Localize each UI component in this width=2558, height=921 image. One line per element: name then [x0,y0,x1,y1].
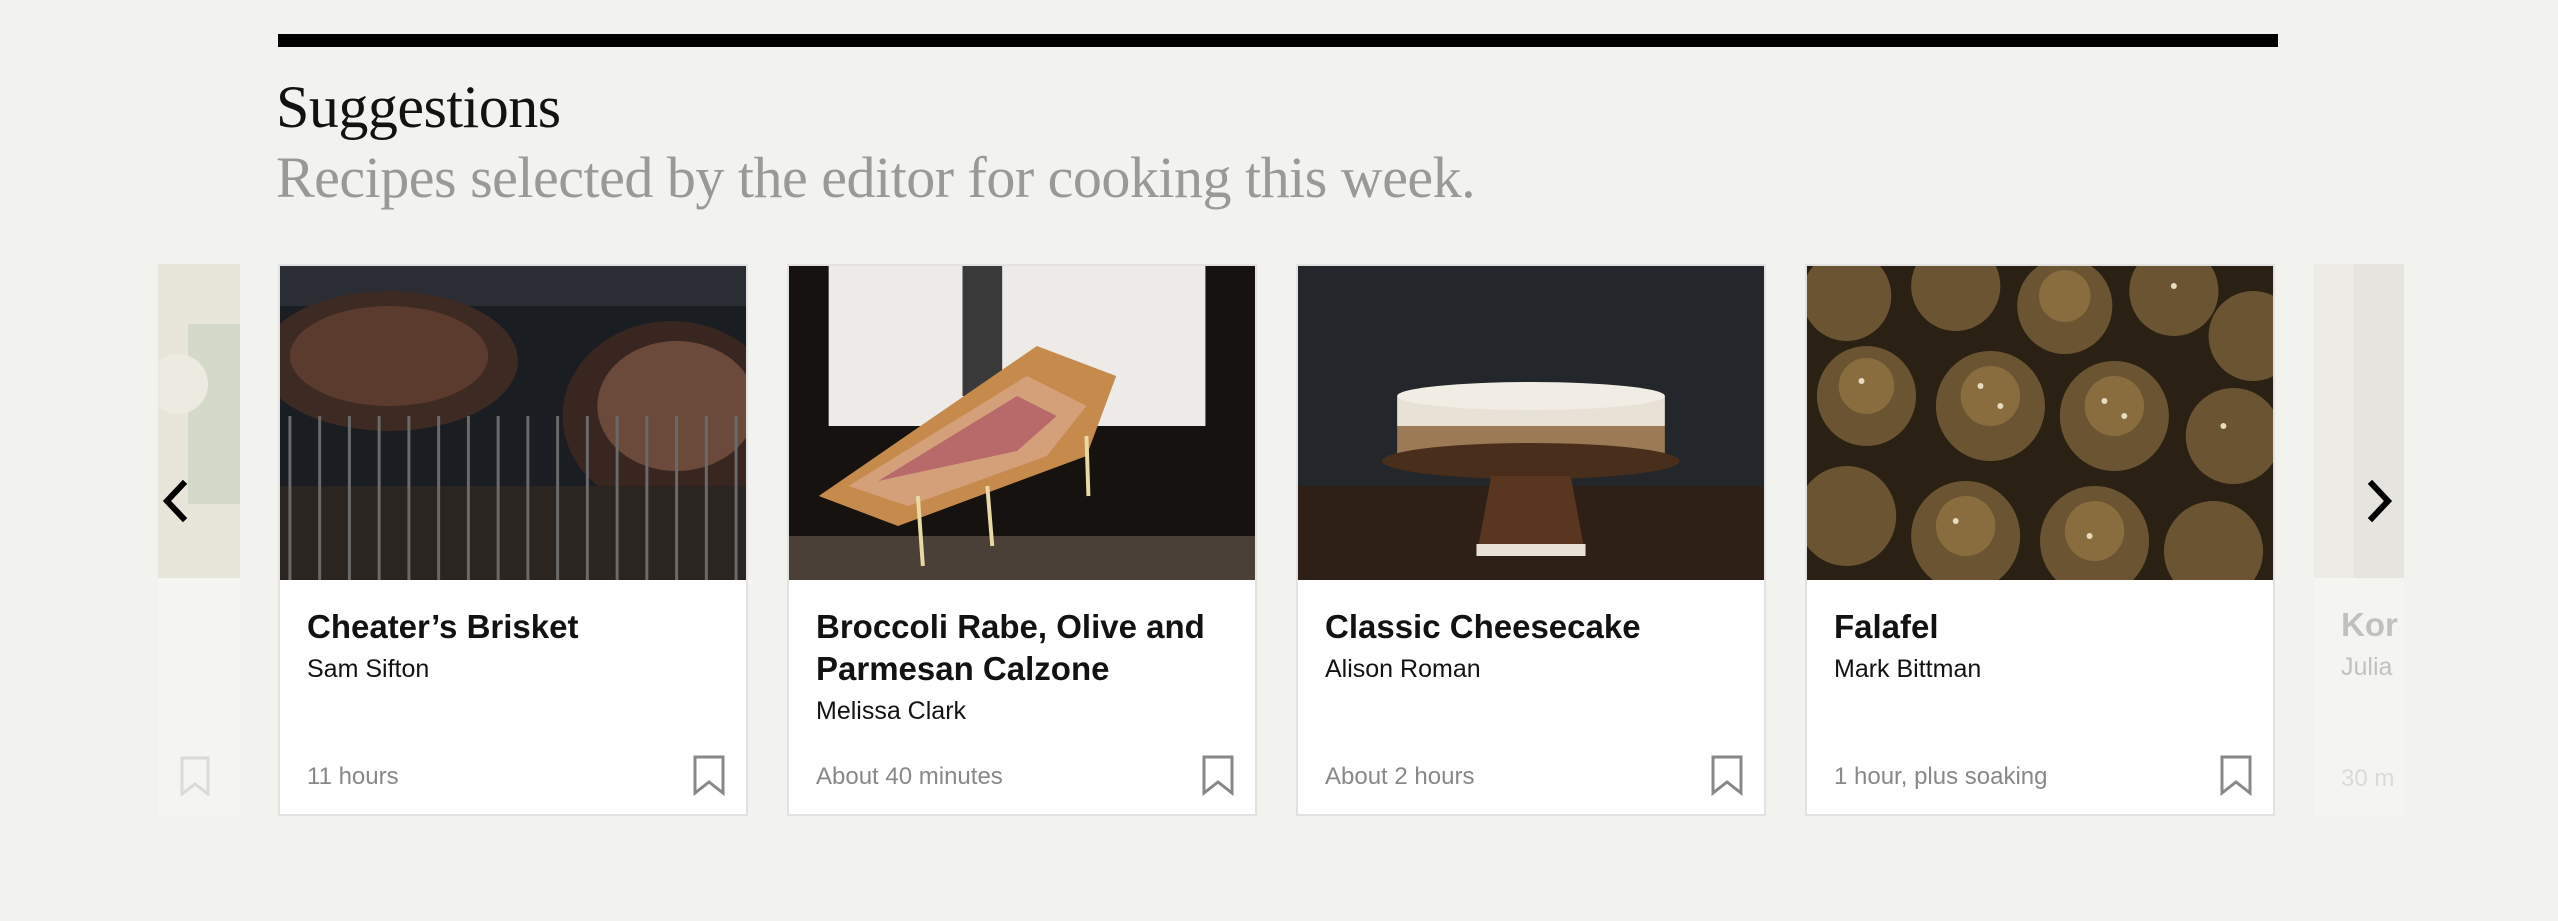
section-divider [278,34,2278,47]
recipe-card[interactable]: Cheater’s Brisket Sam Sifton 11 hours [278,264,748,816]
recipe-time: About 40 minutes [816,763,1003,790]
bookmark-icon[interactable] [692,754,726,796]
partial-card-right[interactable]: Kor Julia 30 m [2314,264,2404,816]
recipe-time: 1 hour, plus soaking [1834,763,2048,790]
recipe-author[interactable]: Sam Sifton [307,654,429,684]
recipe-title[interactable]: Falafel [1834,606,2253,648]
bookmark-icon[interactable] [2219,754,2253,796]
recipe-author[interactable]: Mark Bittman [1834,654,1981,684]
recipe-card[interactable]: Falafel Mark Bittman 1 hour, plus soakin… [1805,264,2275,816]
recipe-image [280,266,746,580]
bookmark-icon [180,756,210,796]
recipe-image [158,264,240,578]
recipe-author[interactable]: Melissa Clark [816,696,966,726]
section-title: Suggestions [276,74,561,140]
recipe-title[interactable]: Kor [2341,604,2398,646]
partial-card-left[interactable] [158,264,240,816]
recipe-image [2314,264,2404,578]
recipe-image [789,266,1255,580]
bookmark-icon[interactable] [1201,754,1235,796]
chevron-right-icon[interactable] [2360,476,2400,526]
section-subtitle: Recipes selected by the editor for cooki… [276,145,1476,210]
recipe-author[interactable]: Alison Roman [1325,654,1481,684]
bookmark-icon[interactable] [1710,754,1744,796]
chevron-left-icon[interactable] [155,476,195,526]
recipe-time: 11 hours [307,763,399,790]
recipe-author[interactable]: Julia [2341,652,2392,682]
recipe-title[interactable]: Cheater’s Brisket [307,606,726,648]
recipe-image [1807,266,2273,580]
recipe-title[interactable]: Broccoli Rabe, Olive and Parmesan Calzon… [816,606,1235,690]
recipe-image [1298,266,1764,580]
recipe-card[interactable]: Broccoli Rabe, Olive and Parmesan Calzon… [787,264,1257,816]
recipe-time: 30 m [2341,765,2395,792]
recipe-time: About 2 hours [1325,763,1475,790]
recipe-card[interactable]: Classic Cheesecake Alison Roman About 2 … [1296,264,1766,816]
recipe-title[interactable]: Classic Cheesecake [1325,606,1744,648]
